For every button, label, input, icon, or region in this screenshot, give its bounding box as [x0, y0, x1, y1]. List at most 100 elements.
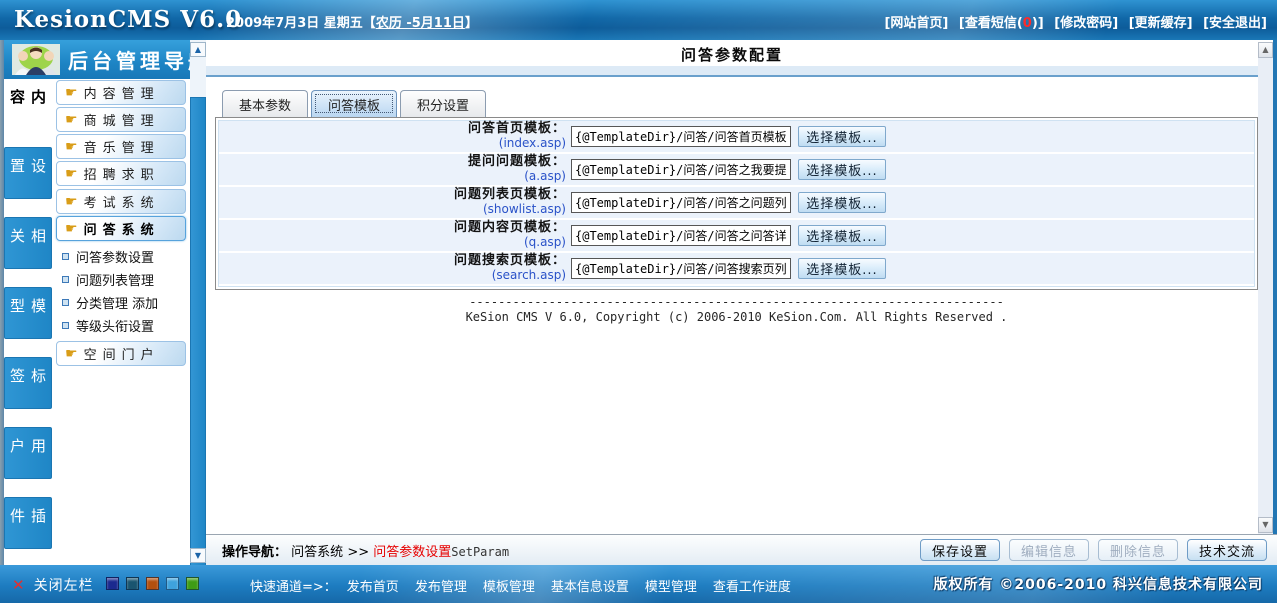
- field-name: 提问问题模板：: [219, 155, 566, 170]
- field-file-link[interactable]: (search.asp): [219, 269, 566, 283]
- menu-item-question-list[interactable]: 问题列表管理: [62, 269, 186, 289]
- menu-group-qa[interactable]: ☛问答系统: [56, 216, 186, 241]
- template-path-input[interactable]: [571, 258, 791, 279]
- quick-link-basic-info[interactable]: 基本信息设置: [551, 576, 629, 595]
- message-count-badge: 0: [1023, 16, 1032, 31]
- field-name: 问题列表页模板：: [219, 188, 566, 203]
- close-left-panel-button[interactable]: ✕ 关闭左栏: [12, 575, 94, 595]
- choose-template-button[interactable]: 选择模板...: [798, 126, 886, 147]
- sidebar-tab-users[interactable]: 用户: [4, 427, 52, 479]
- site-home-link[interactable]: [网站首页]: [884, 16, 948, 31]
- quick-link-model-manage[interactable]: 模型管理: [645, 576, 697, 595]
- sidebar-tab-related[interactable]: 相关: [4, 217, 52, 269]
- menu-group-jobs[interactable]: ☛招聘求职: [56, 161, 186, 186]
- delete-info-button: 删除信息: [1098, 539, 1178, 561]
- template-path-input[interactable]: [571, 225, 791, 246]
- sidebar-tab-plugins[interactable]: 插件: [4, 497, 52, 549]
- scroll-down-icon[interactable]: ▼: [190, 548, 206, 563]
- thumb-hand-icon: ☛: [65, 166, 78, 182]
- top-bar: KesionCMS V6.0 2009年7月3日 星期五【农历 -5月11日】 …: [0, 0, 1277, 40]
- param-tabs: 基本参数 问答模板 积分设置: [222, 90, 489, 117]
- main-scrollbar: ▲ ▼: [1258, 42, 1273, 534]
- menu-group-mall[interactable]: ☛商城管理: [56, 107, 186, 132]
- menu-group-space-portal[interactable]: ☛空间门户: [56, 341, 186, 366]
- page-title: 问答参数配置: [206, 44, 1258, 66]
- field-label: 问题搜索页模板： (search.asp): [219, 254, 571, 283]
- tab-qa-templates[interactable]: 问答模板: [311, 90, 397, 117]
- choose-template-button[interactable]: 选择模板...: [798, 258, 886, 279]
- tab-points-settings[interactable]: 积分设置: [400, 90, 486, 117]
- top-links: [网站首页] [查看短信(0)] [修改密码] [更新缓存] [安全退出]: [878, 12, 1267, 31]
- lunar-date-link[interactable]: 农历 -5月11日: [376, 16, 465, 31]
- square-bullet-icon: [62, 276, 69, 283]
- menu-group-label: 空间门户: [84, 344, 160, 363]
- theme-swatch-teal[interactable]: [126, 577, 139, 590]
- menu-item-rank-titles[interactable]: 等级头衔设置: [62, 315, 186, 335]
- tech-support-button[interactable]: 技术交流: [1187, 539, 1267, 561]
- menu-group-label: 内容管理: [84, 83, 160, 102]
- title-underlay-strip: [206, 66, 1273, 75]
- view-messages-link[interactable]: [查看短信(0)]: [959, 16, 1044, 31]
- template-form-inner: 问答首页模板： (index.asp) 选择模板... 提问问题模板： (a.a…: [218, 120, 1255, 287]
- quick-link-publish-home[interactable]: 发布首页: [347, 576, 399, 595]
- theme-swatch-blue[interactable]: [166, 577, 179, 590]
- sidebar-scrollbar-thumb[interactable]: [190, 97, 206, 588]
- logout-link[interactable]: [安全退出]: [1203, 16, 1267, 31]
- tab-basic-params[interactable]: 基本参数: [222, 90, 308, 117]
- quick-link-template-manage[interactable]: 模板管理: [483, 576, 535, 595]
- thumb-hand-icon: ☛: [65, 85, 78, 101]
- template-path-input[interactable]: [571, 192, 791, 213]
- field-file-link[interactable]: (showlist.asp): [219, 203, 566, 217]
- menu-item-label: 问答参数设置: [76, 247, 154, 266]
- field-file-link[interactable]: (index.asp): [219, 137, 566, 151]
- form-row-content-template: 问题内容页模板： (q.asp) 选择模板...: [219, 220, 1254, 251]
- sidebar-scrollbar: ▲ ▼: [190, 40, 206, 565]
- menu-item-qa-params[interactable]: 问答参数设置: [62, 246, 186, 266]
- menu-group-label: 商城管理: [84, 110, 160, 129]
- sidebar-tab-content[interactable]: 内容: [4, 79, 52, 141]
- menu-item-category-manage[interactable]: 分类管理 添加: [62, 292, 186, 312]
- date-text: 2009年7月3日 星期五【: [226, 16, 376, 31]
- sidebar-tab-model[interactable]: 模型: [4, 287, 52, 339]
- field-label: 问题列表页模板： (showlist.asp): [219, 188, 571, 217]
- date-suffix: 】: [465, 16, 478, 31]
- sidebar-tab-column: 内容 设置 相关 模型 标签 用户 插件: [4, 79, 52, 565]
- refresh-cache-link[interactable]: [更新缓存]: [1129, 16, 1193, 31]
- menu-item-label: 等级头衔设置: [76, 316, 154, 335]
- messages-label: [查看短信(: [959, 16, 1023, 31]
- breadcrumb-section[interactable]: 问答系统: [291, 545, 343, 560]
- template-path-input[interactable]: [571, 126, 791, 147]
- form-row-search-template: 问题搜索页模板： (search.asp) 选择模板...: [219, 253, 1254, 284]
- edit-info-button: 编辑信息: [1009, 539, 1089, 561]
- save-settings-button[interactable]: 保存设置: [920, 539, 1000, 561]
- quick-channel: 快速通道=>： 发布首页 发布管理 模板管理 基本信息设置 模型管理 查看工作进…: [250, 576, 807, 595]
- choose-template-button[interactable]: 选择模板...: [798, 192, 886, 213]
- operation-buttons: 保存设置 编辑信息 删除信息 技术交流: [911, 539, 1267, 561]
- theme-swatch-rust[interactable]: [146, 577, 159, 590]
- thumb-hand-icon: ☛: [65, 139, 78, 155]
- template-path-input[interactable]: [571, 159, 791, 180]
- breadcrumb-separator: >>: [347, 545, 369, 560]
- choose-template-button[interactable]: 选择模板...: [798, 159, 886, 180]
- field-name: 问题搜索页模板：: [219, 254, 566, 269]
- sidebar-tab-tags[interactable]: 标签: [4, 357, 52, 409]
- menu-group-label: 音乐管理: [84, 137, 160, 156]
- breadcrumb-current: 问答参数设置: [373, 545, 451, 560]
- theme-swatch-green[interactable]: [186, 577, 199, 590]
- change-password-link[interactable]: [修改密码]: [1054, 16, 1118, 31]
- form-row-ask-template: 提问问题模板： (a.asp) 选择模板...: [219, 154, 1254, 185]
- menu-group-content[interactable]: ☛ 内容管理: [56, 80, 186, 105]
- quick-link-publish-manage[interactable]: 发布管理: [415, 576, 467, 595]
- theme-swatch-navy[interactable]: [106, 577, 119, 590]
- scroll-down-icon[interactable]: ▼: [1258, 517, 1273, 533]
- quick-link-work-progress[interactable]: 查看工作进度: [713, 576, 791, 595]
- scroll-up-icon[interactable]: ▲: [190, 42, 206, 57]
- menu-group-exam[interactable]: ☛考试系统: [56, 189, 186, 214]
- field-file-link[interactable]: (q.asp): [219, 236, 566, 250]
- scroll-up-icon[interactable]: ▲: [1258, 42, 1273, 58]
- menu-group-music[interactable]: ☛ 音乐管理: [56, 134, 186, 159]
- field-file-link[interactable]: (a.asp): [219, 170, 566, 184]
- date-display: 2009年7月3日 星期五【农历 -5月11日】: [226, 12, 478, 31]
- sidebar-tab-settings[interactable]: 设置: [4, 147, 52, 199]
- choose-template-button[interactable]: 选择模板...: [798, 225, 886, 246]
